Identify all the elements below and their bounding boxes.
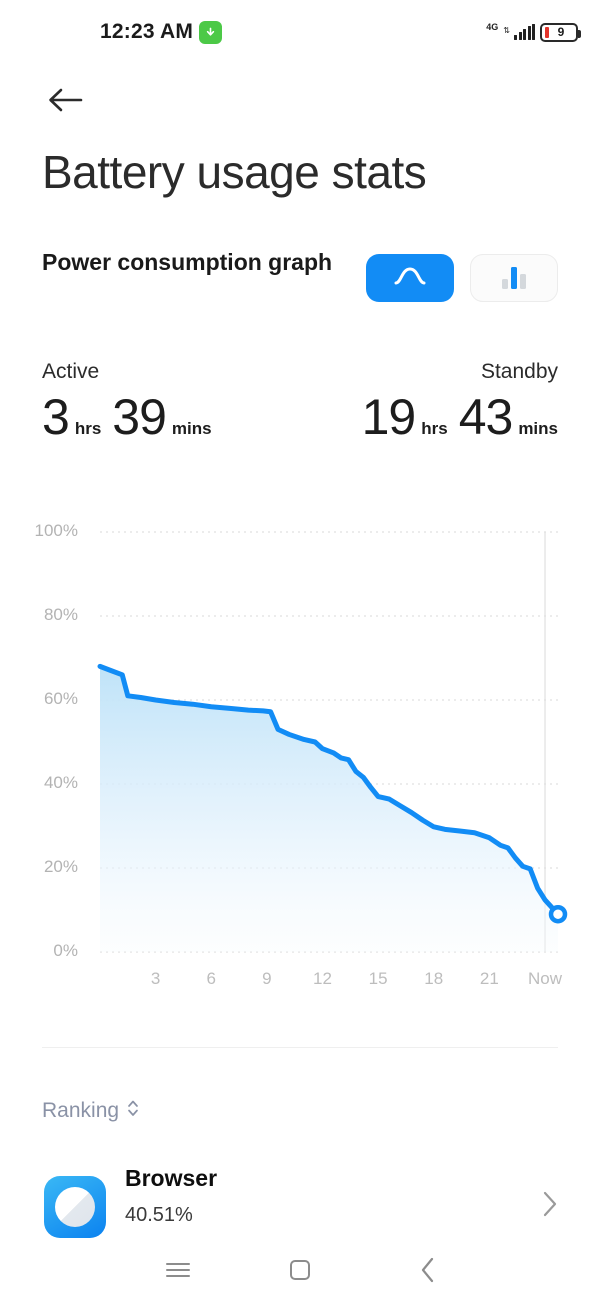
chart-end-point-marker [548, 904, 568, 924]
status-bar-time: 12:23 AM [100, 20, 194, 43]
active-hours: 3 [42, 389, 70, 445]
battery-low-icon: 9 [540, 22, 581, 42]
toggle-bar-graph[interactable] [470, 254, 558, 302]
page-title: Battery usage stats [42, 146, 427, 198]
standby-value: 19 hrs 43 mins [362, 392, 558, 442]
system-navigation-bar [0, 1240, 600, 1300]
download-arrow-icon [199, 21, 222, 44]
chart-x-tick-label: 21 [479, 969, 499, 988]
chart-x-tick-label: 6 [206, 969, 216, 988]
standby-hours-unit: hrs [421, 419, 448, 438]
active-value: 3 hrs 39 mins [42, 392, 212, 442]
home-square-icon[interactable] [265, 1240, 335, 1300]
chart-x-tick-label: 9 [262, 969, 272, 988]
network-type-label: 4G [486, 21, 499, 32]
section-divider [42, 1047, 558, 1048]
chart-y-tick-label: 0% [53, 941, 78, 960]
signal-bars-icon [514, 24, 535, 40]
back-arrow-icon[interactable] [42, 78, 88, 122]
active-minutes-unit: mins [171, 419, 212, 438]
standby-minutes-unit: mins [518, 419, 558, 438]
chart-x-tick-label: 3 [150, 969, 161, 988]
status-bar-indicators: 4G ⇅ 9 [486, 20, 581, 44]
sort-updown-icon [126, 1098, 140, 1123]
chart-x-tick-label: Now [528, 969, 563, 988]
chart-x-tick-label: 15 [368, 969, 388, 988]
active-label: Active [42, 360, 100, 383]
app-name: Browser [125, 1165, 218, 1191]
menu-recents-icon[interactable] [143, 1240, 213, 1300]
active-hours-unit: hrs [74, 419, 102, 438]
battery-level-label: 9 [557, 25, 565, 39]
ranking-label: Ranking [42, 1098, 120, 1122]
chart-y-tick-label: 40% [43, 773, 78, 792]
chart-y-tick-label: 60% [43, 689, 78, 708]
chart-canvas [97, 531, 568, 953]
graph-type-toggle-group [366, 254, 558, 302]
hamburger-lines [166, 1259, 190, 1281]
browser-icon-orb [55, 1187, 95, 1227]
chevron-left-icon[interactable] [393, 1240, 463, 1300]
chevron-right-icon[interactable] [542, 1190, 558, 1223]
standby-label: Standby [480, 360, 558, 383]
battery-usage-stats-screen: 12:23 AM 4G ⇅ 9 Battery usage stats Powe… [0, 0, 600, 1300]
active-minutes: 39 [112, 389, 167, 445]
standby-hours: 19 [361, 389, 417, 445]
chart-y-tick-label: 80% [43, 605, 78, 624]
data-transfer-icon: ⇅ [503, 26, 510, 35]
chart-x-tick-label: 12 [313, 969, 332, 988]
usage-summary: Active 3 hrs 39 mins Standby 19 hrs 43 m… [0, 360, 600, 470]
chart-area-fill [100, 666, 558, 952]
home-square-shape [290, 1260, 310, 1280]
status-bar: 12:23 AM 4G ⇅ 9 [0, 0, 600, 58]
ranking-sort-control[interactable]: Ranking [42, 1098, 140, 1123]
section-heading: Power consumption graph [42, 249, 333, 275]
line-graph-icon [393, 265, 427, 292]
toggle-line-graph[interactable] [366, 254, 454, 302]
browser-app-icon [44, 1176, 106, 1238]
battery-level-chart: 0% 20% 40% 60% 80% 100% 3 6 9 12 15 18 21 Now [0, 505, 600, 1005]
standby-minutes: 43 [458, 389, 514, 445]
app-battery-percent: 40.51% [125, 1204, 193, 1226]
bar-graph-icon [502, 267, 526, 289]
chart-y-tick-label: 20% [43, 857, 78, 876]
chart-x-tick-label: 18 [424, 969, 444, 988]
chart-y-tick-label: 100% [34, 521, 78, 540]
